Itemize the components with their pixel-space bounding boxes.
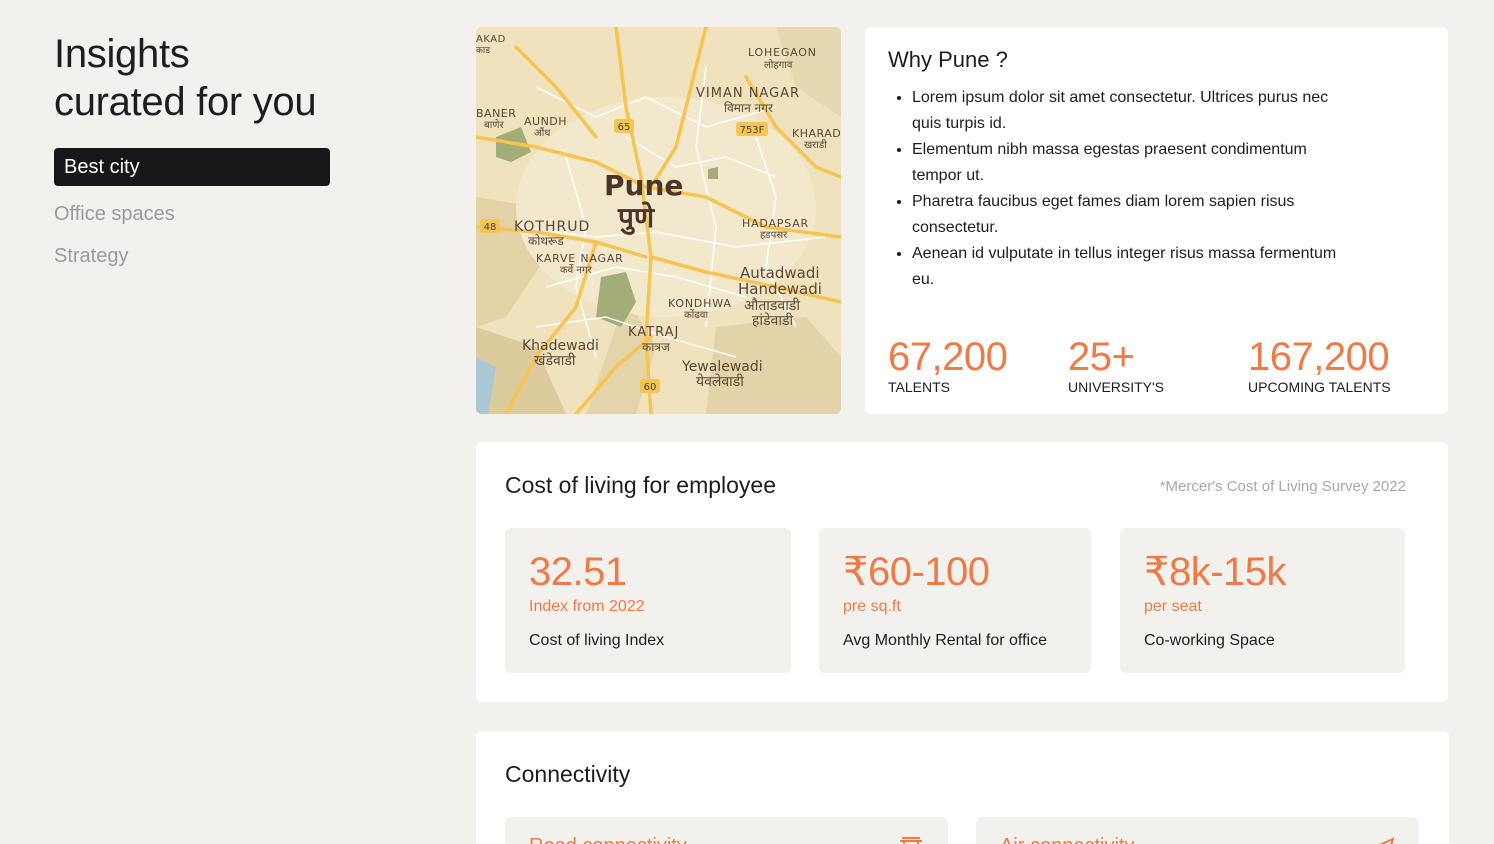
stat-universities: 25+ UNIVERSITY'S — [1068, 333, 1164, 395]
stat-label: TALENTS — [888, 379, 950, 395]
why-bullet: Aenean id vulputate in tellus integer ri… — [912, 241, 1358, 293]
tile-value: 32.51 — [529, 550, 627, 594]
svg-text:हांडेवाडी: हांडेवाडी — [752, 312, 793, 329]
stat-value: 67,200 — [888, 335, 1008, 379]
svg-text:कर्वे नगर: कर्वे नगर — [560, 264, 593, 276]
svg-text:KONDHWA: KONDHWA — [668, 297, 732, 310]
stat-label: UPCOMING TALENTS — [1248, 379, 1391, 395]
svg-text:LOHEGAON: LOHEGAON — [748, 46, 817, 59]
why-stats: 67,200 TALENTS 25+ UNIVERSITY'S 167,200 … — [888, 333, 1428, 403]
cost-source-note: *Mercer's Cost of Living Survey 2022 — [1159, 478, 1406, 495]
svg-text:पुणे: पुणे — [617, 201, 656, 235]
svg-text:कोथरूड: कोथरूड — [528, 234, 564, 248]
cost-tile-index: 32.51 Index from 2022 Cost of living Ind… — [505, 528, 791, 673]
shield-753f: 753F — [740, 125, 765, 136]
svg-text:औताडवाडी: औताडवाडी — [744, 297, 800, 314]
why-bullets: Lorem ipsum dolor sit amet consectetur. … — [888, 85, 1358, 293]
road-connectivity-tile[interactable]: Road connectivity — [505, 817, 948, 844]
page-title: Insights curated for you — [54, 30, 330, 126]
cost-title: Cost of living for employee — [505, 472, 777, 498]
tile-desc: Avg Monthly Rental for office — [843, 632, 1047, 649]
svg-text:येवलेवाडी: येवलेवाडी — [696, 373, 744, 390]
svg-text:VIMAN NAGAR: VIMAN NAGAR — [696, 86, 800, 101]
svg-text:AKAD: AKAD — [476, 34, 506, 45]
svg-text:खंडेवाडी: खंडेवाडी — [534, 352, 576, 369]
connectivity-card: Connectivity Road connectivity Air conne… — [476, 731, 1449, 844]
tile-title: Air connectivity — [1000, 835, 1395, 844]
cost-of-living-card: Cost of living for employee *Mercer's Co… — [476, 442, 1448, 702]
svg-text:Handewadi: Handewadi — [738, 280, 822, 298]
map-svg: 65 753F 48 60 AKAD काड LOHEGAON लोहगाव V… — [476, 27, 841, 414]
svg-text:KARVE NAGAR: KARVE NAGAR — [536, 252, 624, 265]
svg-text:कात्रज: कात्रज — [642, 340, 671, 354]
svg-text:Pune: Pune — [604, 169, 683, 202]
air-connectivity-tile[interactable]: Air connectivity — [976, 817, 1419, 844]
stat-value: 25+ — [1068, 335, 1135, 379]
nav-item-office-spaces[interactable]: Office spaces — [54, 195, 330, 233]
title-line-2: curated for you — [54, 80, 317, 124]
why-title: Why Pune ? — [888, 47, 1008, 72]
why-bullet: Elementum nibh massa egestas praesent co… — [912, 137, 1358, 189]
nav-item-strategy[interactable]: Strategy — [54, 237, 330, 275]
tile-sub: pre sq.ft — [843, 598, 901, 615]
connectivity-title: Connectivity — [505, 761, 631, 787]
stat-talents: 67,200 TALENTS — [888, 333, 1008, 395]
svg-text:लोहगाव: लोहगाव — [764, 59, 793, 71]
why-city-card: Why Pune ? Lorem ipsum dolor sit amet co… — [865, 27, 1448, 414]
nav-item-best-city[interactable]: Best city — [54, 148, 330, 186]
plane-icon — [1373, 837, 1395, 844]
shield-60: 60 — [644, 382, 657, 393]
svg-text:KATRAJ: KATRAJ — [628, 325, 679, 340]
svg-text:बाणेर: बाणेर — [484, 119, 505, 131]
sidebar: Insights curated for you Best city Offic… — [54, 30, 330, 279]
tile-title: Road connectivity — [529, 835, 924, 844]
page: Insights curated for you Best city Offic… — [0, 0, 1494, 844]
tile-value: ₹8k-15k — [1144, 550, 1287, 594]
sidebar-nav: Best city Office spaces Strategy — [54, 148, 330, 275]
svg-text:हडपसर: हडपसर — [760, 230, 788, 241]
svg-text:विमान नगर: विमान नगर — [724, 101, 774, 115]
svg-text:AUNDH: AUNDH — [524, 115, 567, 128]
stat-upcoming-talents: 167,200 UPCOMING TALENTS — [1248, 333, 1391, 395]
svg-text:खराडी: खराडी — [804, 139, 827, 151]
shield-48: 48 — [484, 222, 497, 233]
tile-desc: Cost of living Index — [529, 632, 665, 649]
svg-text:औंध: औंध — [534, 127, 551, 139]
why-bullet: Pharetra faucibus eget fames diam lorem … — [912, 189, 1358, 241]
why-bullet: Lorem ipsum dolor sit amet consectetur. … — [912, 85, 1358, 137]
svg-text:BANER: BANER — [476, 107, 516, 120]
svg-text:KHARAD: KHARAD — [792, 127, 841, 140]
svg-text:HADAPSAR: HADAPSAR — [742, 217, 809, 230]
stat-label: UNIVERSITY'S — [1068, 379, 1165, 395]
city-map[interactable]: 65 753F 48 60 AKAD काड LOHEGAON लोहगाव V… — [476, 27, 841, 414]
svg-text:Khadewadi: Khadewadi — [522, 338, 599, 354]
svg-text:Yewalewadi: Yewalewadi — [681, 359, 763, 375]
svg-text:KOTHRUD: KOTHRUD — [514, 219, 590, 235]
svg-text:काड: काड — [476, 46, 490, 56]
title-line-1: Insights — [54, 32, 190, 76]
svg-text:कोंढवा: कोंढवा — [684, 309, 708, 321]
cost-tile-rental: ₹60-100 pre sq.ft Avg Monthly Rental for… — [819, 528, 1091, 673]
shield-65: 65 — [618, 122, 631, 133]
tile-value: ₹60-100 — [843, 550, 990, 594]
tile-sub: per seat — [1144, 598, 1202, 615]
tile-desc: Co-working Space — [1144, 632, 1275, 649]
train-icon — [898, 837, 924, 844]
tile-sub: Index from 2022 — [529, 598, 645, 615]
cost-tile-coworking: ₹8k-15k per seat Co-working Space — [1120, 528, 1405, 673]
stat-value: 167,200 — [1248, 335, 1390, 379]
